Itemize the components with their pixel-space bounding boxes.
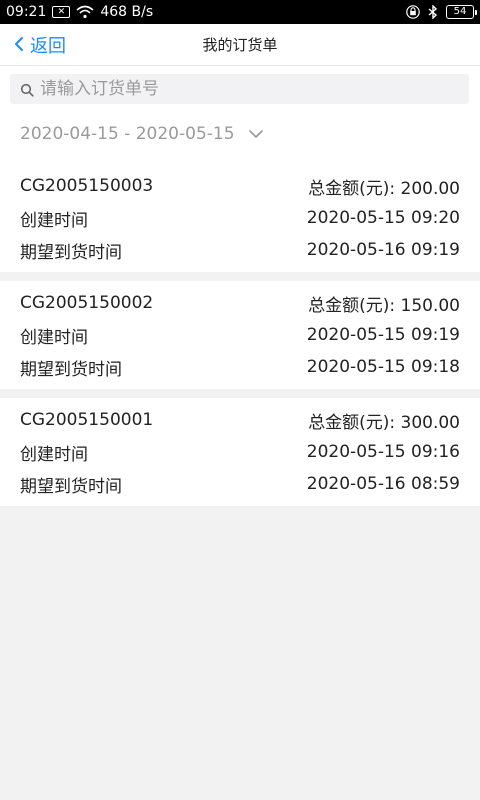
created-label: 创建时间 bbox=[20, 210, 88, 231]
bluetooth-icon bbox=[428, 5, 438, 19]
status-left: 09:21 ✕ 468 B/s bbox=[6, 4, 153, 20]
order-total: 总金额(元): 200.00 bbox=[308, 174, 460, 199]
order-expected-row: 期望到货时间 2020-05-15 09:18 bbox=[20, 351, 460, 383]
order-total: 总金额(元): 300.00 bbox=[308, 408, 460, 433]
order-total-label: 总金额(元): bbox=[308, 178, 396, 199]
page-title: 我的订货单 bbox=[202, 36, 278, 54]
created-value: 2020-05-15 09:20 bbox=[306, 208, 460, 228]
order-expected-row: 期望到货时间 2020-05-16 09:19 bbox=[20, 234, 460, 266]
order-created-row: 创建时间 2020-05-15 09:19 bbox=[20, 319, 460, 351]
order-number: CG2005150003 bbox=[20, 176, 154, 196]
order-total-value: 200.00 bbox=[400, 178, 460, 199]
order-header-row: CG2005150002 总金额(元): 150.00 bbox=[20, 287, 460, 319]
chevron-down-icon bbox=[248, 124, 263, 144]
order-card[interactable]: CG2005150002 总金额(元): 150.00 创建时间 2020-05… bbox=[0, 281, 480, 389]
order-created-row: 创建时间 2020-05-15 09:20 bbox=[20, 202, 460, 234]
order-created-row: 创建时间 2020-05-15 09:16 bbox=[20, 436, 460, 468]
created-value: 2020-05-15 09:19 bbox=[306, 325, 460, 345]
order-card[interactable]: CG2005150001 总金额(元): 300.00 创建时间 2020-05… bbox=[0, 398, 480, 506]
search-input[interactable] bbox=[40, 79, 440, 99]
created-label: 创建时间 bbox=[20, 444, 88, 465]
status-time: 09:21 bbox=[6, 4, 47, 20]
expected-value: 2020-05-16 08:59 bbox=[306, 474, 460, 494]
order-list: CG2005150003 总金额(元): 200.00 创建时间 2020-05… bbox=[0, 164, 480, 515]
order-total-value: 300.00 bbox=[400, 412, 460, 433]
created-label: 创建时间 bbox=[20, 327, 88, 348]
search-box[interactable] bbox=[10, 74, 469, 104]
order-number: CG2005150002 bbox=[20, 293, 154, 313]
nav-bar: 返回 我的订货单 bbox=[0, 24, 480, 66]
order-total-label: 总金额(元): bbox=[308, 295, 396, 316]
created-value: 2020-05-15 09:16 bbox=[306, 442, 460, 462]
date-range-selector[interactable]: 2020-04-15 - 2020-05-15 bbox=[20, 120, 263, 148]
order-number: CG2005150001 bbox=[20, 410, 154, 430]
battery-icon: 54 bbox=[446, 5, 477, 19]
order-header-row: CG2005150003 总金额(元): 200.00 bbox=[20, 170, 460, 202]
expected-value: 2020-05-15 09:18 bbox=[306, 357, 460, 377]
order-header-row: CG2005150001 总金额(元): 300.00 bbox=[20, 404, 460, 436]
expected-value: 2020-05-16 09:19 bbox=[306, 240, 460, 260]
date-range-value: 2020-04-15 - 2020-05-15 bbox=[20, 124, 235, 144]
expected-label: 期望到货时间 bbox=[20, 359, 122, 380]
order-card[interactable]: CG2005150003 总金额(元): 200.00 创建时间 2020-05… bbox=[0, 164, 480, 272]
order-expected-row: 期望到货时间 2020-05-16 08:59 bbox=[20, 468, 460, 500]
notification-x-icon: ✕ bbox=[52, 6, 71, 18]
status-right: 54 bbox=[406, 5, 477, 19]
order-total-label: 总金额(元): bbox=[308, 412, 396, 433]
search-icon bbox=[20, 82, 34, 97]
order-total: 总金额(元): 150.00 bbox=[308, 291, 460, 316]
expected-label: 期望到货时间 bbox=[20, 242, 122, 263]
order-total-value: 150.00 bbox=[400, 295, 460, 316]
lock-icon bbox=[406, 5, 420, 19]
expected-label: 期望到货时间 bbox=[20, 476, 122, 497]
filter-area: 2020-04-15 - 2020-05-15 bbox=[0, 66, 480, 164]
network-speed: 468 B/s bbox=[100, 4, 154, 20]
wifi-icon bbox=[76, 5, 94, 19]
status-bar: 09:21 ✕ 468 B/s 54 bbox=[0, 0, 480, 24]
